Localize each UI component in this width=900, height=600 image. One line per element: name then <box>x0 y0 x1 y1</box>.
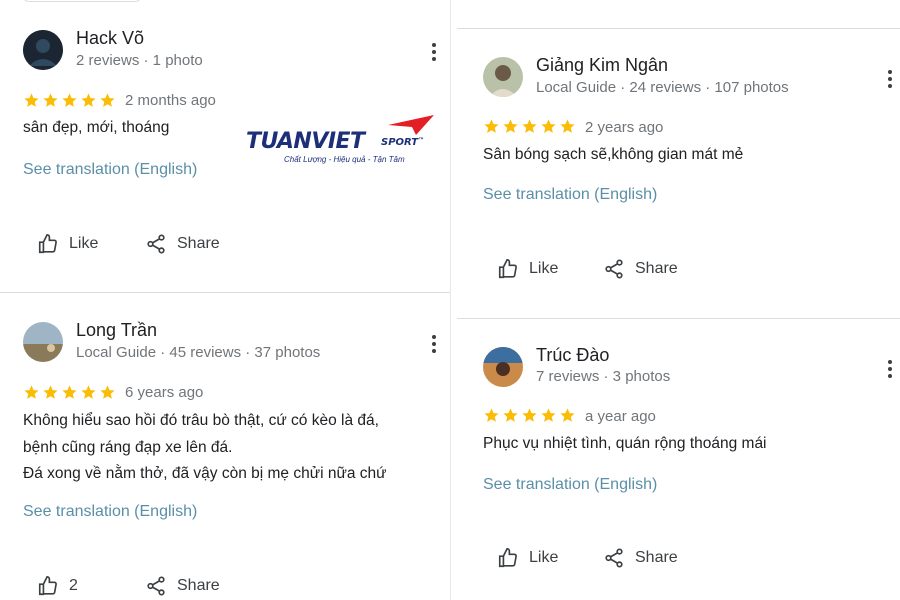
reviewer-name[interactable]: Giảng Kim Ngân <box>536 55 668 76</box>
star-rating <box>483 118 576 135</box>
share-button[interactable]: Share <box>145 575 220 597</box>
avatar[interactable] <box>23 322 63 362</box>
like-button[interactable]: Like <box>497 258 558 280</box>
star-icon <box>81 385 96 399</box>
review-divider <box>457 28 900 29</box>
review-time: 2 years ago <box>585 119 664 136</box>
reviewer-meta: Local Guide · 24 reviews · 107 photos <box>536 79 789 96</box>
share-label: Share <box>635 260 678 277</box>
star-rating <box>483 407 576 424</box>
star-icon <box>100 93 115 107</box>
like-button[interactable]: 2 <box>37 575 78 597</box>
review-text-line: sân đẹp, mới, thoáng <box>23 119 170 136</box>
review-divider <box>457 318 900 319</box>
star-icon <box>503 119 518 133</box>
star-icon <box>522 119 537 133</box>
logo-sport: SPORT™ <box>381 137 425 148</box>
star-icon <box>62 93 77 107</box>
share-icon <box>605 548 623 568</box>
star-icon <box>43 93 58 107</box>
reviewer-meta: 2 reviews · 1 photo <box>76 52 203 69</box>
star-icon <box>24 385 39 399</box>
reviewer-name[interactable]: Trúc Đào <box>536 345 609 366</box>
filter-chip-partial[interactable] <box>22 0 142 2</box>
star-icon <box>541 119 556 133</box>
reviewer-meta: Local Guide · 45 reviews · 37 photos <box>76 344 321 361</box>
review-text-line: Sân bóng sạch sẽ,không gian mát mẻ <box>483 146 744 163</box>
avatar[interactable] <box>483 347 523 387</box>
review-text-line: bệnh cũng ráng đạp xe lên đá. <box>23 439 233 456</box>
star-icon <box>43 385 58 399</box>
more-options-icon[interactable] <box>424 332 444 356</box>
share-label: Share <box>635 549 678 566</box>
review-time: 6 years ago <box>125 384 204 401</box>
star-icon <box>24 93 39 107</box>
column-divider <box>450 0 456 600</box>
review-time: 2 months ago <box>125 92 216 109</box>
star-icon <box>560 119 575 133</box>
see-translation-link[interactable]: See translation (English) <box>483 476 657 494</box>
tuanviet-sport-logo: TUANVIET SPORT™ Chất Lượng - Hiệu quả - … <box>246 115 436 171</box>
more-options-icon[interactable] <box>880 67 900 91</box>
star-icon <box>100 385 115 399</box>
reviewer-name[interactable]: Hack Võ <box>76 28 144 49</box>
avatar[interactable] <box>483 57 523 97</box>
like-count: 2 <box>69 577 78 594</box>
review-text-line: Phục vụ nhiệt tình, quán rộng thoáng mái <box>483 435 767 452</box>
review-divider <box>0 292 450 293</box>
share-button[interactable]: Share <box>603 547 678 569</box>
star-icon <box>522 408 537 422</box>
star-icon <box>503 408 518 422</box>
star-rating <box>23 92 116 109</box>
avatar[interactable] <box>23 30 63 70</box>
see-translation-link[interactable]: See translation (English) <box>23 161 197 179</box>
like-button[interactable]: Like <box>497 547 558 569</box>
star-icon <box>560 408 575 422</box>
star-icon <box>484 119 499 133</box>
thumbs-up-icon <box>38 234 57 254</box>
share-icon <box>605 259 623 279</box>
share-label: Share <box>177 577 220 594</box>
like-label: Like <box>69 235 99 252</box>
more-options-icon[interactable] <box>424 40 444 64</box>
review-text-line: Không hiểu sao hồi đó trâu bò thật, cứ c… <box>23 412 379 429</box>
thumbs-up-icon <box>498 259 517 279</box>
star-icon <box>62 385 77 399</box>
see-translation-link[interactable]: See translation (English) <box>483 186 657 204</box>
review-time: a year ago <box>585 408 656 425</box>
reviewer-meta: 7 reviews · 3 photos <box>536 368 671 385</box>
logo-wordmark: TUANVIET <box>246 129 365 154</box>
star-rating <box>23 384 116 401</box>
share-icon <box>147 576 165 596</box>
star-icon <box>484 408 499 422</box>
thumbs-up-icon <box>498 548 517 568</box>
see-translation-link[interactable]: See translation (English) <box>23 503 197 521</box>
share-button[interactable]: Share <box>603 258 678 280</box>
more-options-icon[interactable] <box>880 357 900 381</box>
thumbs-up-icon <box>38 576 57 596</box>
logo-tagline: Chất Lượng - Hiệu quả - Tận Tâm <box>284 155 405 164</box>
like-label: Like <box>529 549 559 566</box>
like-label: Like <box>529 260 559 277</box>
review-text-line: Đá xong về nằm thở, đã vậy còn bị mẹ chử… <box>23 465 387 482</box>
star-icon <box>81 93 96 107</box>
star-icon <box>541 408 556 422</box>
share-button[interactable]: Share <box>145 233 220 255</box>
like-button[interactable]: Like <box>37 233 98 255</box>
share-label: Share <box>177 235 220 252</box>
share-icon <box>147 234 165 254</box>
reviewer-name[interactable]: Long Trần <box>76 320 157 341</box>
